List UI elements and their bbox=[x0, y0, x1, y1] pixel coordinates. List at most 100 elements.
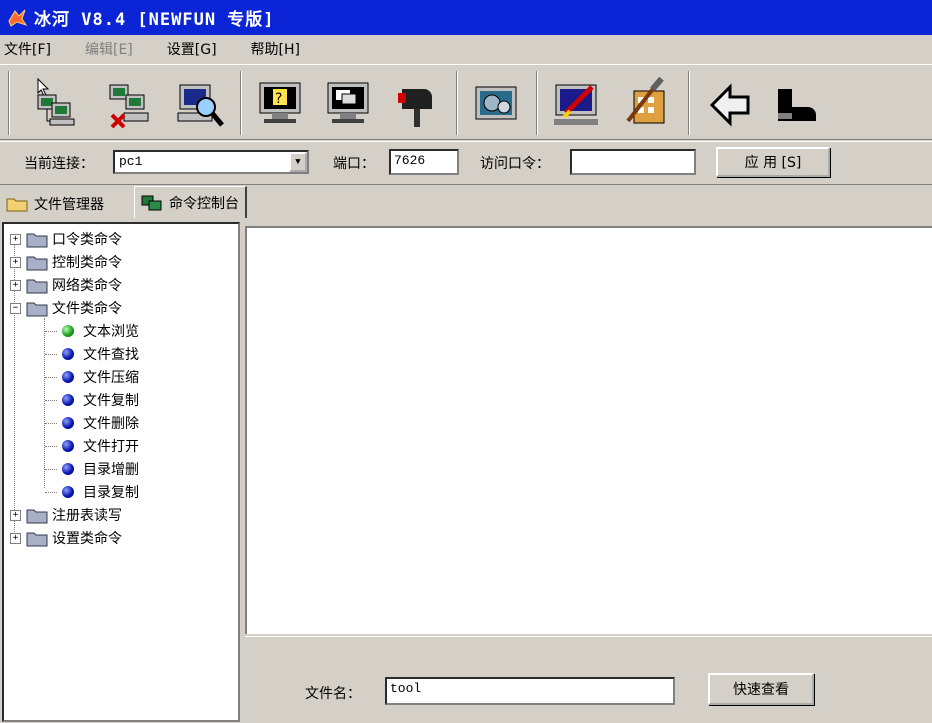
window-title: 冰河 V8.4 [NEWFUN 专版] bbox=[34, 10, 275, 30]
expand-icon[interactable]: + bbox=[10, 509, 21, 521]
exit-boot-icon[interactable] bbox=[766, 77, 822, 133]
tree-item-file-copy[interactable]: 文件复制 bbox=[62, 389, 139, 411]
toolbar-separator bbox=[688, 71, 690, 135]
screen-capture-icon[interactable] bbox=[322, 77, 378, 133]
dot-icon bbox=[62, 371, 74, 383]
active-dot-icon bbox=[62, 325, 74, 337]
title-bar: 冰河 V8.4 [NEWFUN 专版] bbox=[0, 0, 932, 35]
tree-line bbox=[45, 446, 57, 447]
folder-icon bbox=[26, 532, 48, 547]
password-input[interactable] bbox=[570, 149, 696, 175]
expand-icon[interactable]: + bbox=[10, 279, 21, 291]
console-icon bbox=[141, 195, 162, 210]
dot-icon bbox=[62, 394, 74, 406]
toolbar-separator bbox=[536, 71, 538, 135]
expand-icon[interactable]: + bbox=[10, 532, 21, 544]
folder-icon bbox=[26, 256, 48, 271]
text-view-area[interactable] bbox=[245, 226, 932, 634]
filename-label: 文件名： bbox=[305, 686, 361, 702]
file-view-panel: 文件名： tool 快速查看 bbox=[245, 636, 932, 723]
tree-line bbox=[45, 400, 57, 401]
tree-item-file-find[interactable]: 文件查找 bbox=[62, 343, 139, 365]
tree-item-label: 文本浏览 bbox=[83, 324, 139, 340]
tree-item-file-open[interactable]: 文件打开 bbox=[62, 435, 139, 457]
tree-category-network[interactable]: + 网络类命令 bbox=[10, 274, 122, 296]
remove-computer-icon[interactable] bbox=[102, 77, 158, 133]
tree-item-label: 文件打开 bbox=[83, 439, 139, 455]
tree-line bbox=[45, 354, 57, 355]
toolbar-separator bbox=[8, 71, 10, 135]
tree-item-text-view[interactable]: 文本浏览 bbox=[62, 320, 139, 342]
open-folder-icon bbox=[26, 302, 48, 317]
tree-line bbox=[45, 331, 57, 332]
tree-line bbox=[45, 492, 57, 493]
tree-item-label: 文件删除 bbox=[83, 416, 139, 432]
tree-category-control[interactable]: + 控制类命令 bbox=[10, 251, 122, 273]
svg-text:?: ? bbox=[275, 91, 282, 107]
expand-icon[interactable]: + bbox=[10, 233, 21, 245]
mailbox-icon[interactable] bbox=[390, 77, 446, 133]
filename-input[interactable]: tool bbox=[385, 677, 675, 705]
collapse-icon[interactable]: − bbox=[10, 302, 21, 314]
current-connection-label: 当前连接： bbox=[24, 156, 94, 172]
system-settings-icon[interactable] bbox=[470, 77, 526, 133]
tree-category-label: 控制类命令 bbox=[52, 255, 122, 271]
tools-icon[interactable] bbox=[620, 77, 676, 133]
tree-item-file-delete[interactable]: 文件删除 bbox=[62, 412, 139, 434]
tree-item-label: 目录复制 bbox=[83, 485, 139, 501]
tree-item-dir-add-delete[interactable]: 目录增删 bbox=[62, 458, 139, 480]
folder-icon bbox=[26, 509, 48, 524]
toolbar-separator bbox=[240, 71, 242, 135]
quick-view-button[interactable]: 快速查看 bbox=[708, 673, 814, 705]
tree-item-dir-copy[interactable]: 目录复制 bbox=[62, 481, 139, 503]
password-label: 访问口令： bbox=[480, 156, 550, 172]
tab-file-manager-label: 文件管理器 bbox=[34, 197, 104, 213]
app-icon bbox=[8, 9, 28, 27]
tab-file-manager[interactable]: 文件管理器 bbox=[6, 190, 104, 218]
tree-category-label: 注册表读写 bbox=[52, 508, 122, 524]
back-arrow-icon[interactable] bbox=[702, 77, 758, 133]
tree-category-password[interactable]: + 口令类命令 bbox=[10, 228, 122, 250]
apply-button[interactable]: 应 用 [S] bbox=[716, 147, 830, 177]
tree-category-settings[interactable]: + 设置类命令 bbox=[10, 527, 122, 549]
chevron-down-icon[interactable]: ▼ bbox=[289, 152, 307, 172]
folder-icon bbox=[26, 279, 48, 294]
expand-icon[interactable]: + bbox=[10, 256, 21, 268]
menu-help[interactable]: 帮助[H] bbox=[251, 39, 300, 59]
tree-item-label: 文件压缩 bbox=[83, 370, 139, 386]
dot-icon bbox=[62, 417, 74, 429]
tab-command-console[interactable]: 命令控制台 bbox=[134, 186, 247, 218]
menu-settings[interactable]: 设置[G] bbox=[167, 39, 217, 59]
folder-icon bbox=[6, 198, 28, 212]
config-server-icon[interactable] bbox=[550, 77, 606, 133]
tree-category-label: 设置类命令 bbox=[52, 531, 122, 547]
tree-item-label: 文件查找 bbox=[83, 347, 139, 363]
connection-select[interactable]: pc1 ▼ bbox=[113, 150, 309, 174]
tab-command-console-label: 命令控制台 bbox=[169, 195, 239, 212]
tab-strip: 文件管理器 命令控制台 bbox=[0, 186, 932, 220]
menu-bar: 文件[F] 编辑[E] 设置[G] 帮助[H] bbox=[0, 35, 932, 63]
menu-file[interactable]: 文件[F] bbox=[4, 39, 51, 59]
search-computer-icon[interactable] bbox=[172, 77, 228, 133]
command-tree: + 口令类命令 + 控制类命令 + 网络类命令 − 文件类命令 文本浏览 文件查… bbox=[2, 222, 240, 722]
tree-category-registry[interactable]: + 注册表读写 bbox=[10, 504, 122, 526]
dot-icon bbox=[62, 486, 74, 498]
dot-icon bbox=[62, 463, 74, 475]
help-monitor-icon[interactable]: ? bbox=[254, 77, 310, 133]
toolbar-separator bbox=[456, 71, 458, 135]
folder-icon bbox=[26, 233, 48, 248]
tree-line bbox=[45, 423, 57, 424]
tree-line bbox=[45, 469, 57, 470]
dot-icon bbox=[62, 348, 74, 360]
tree-line bbox=[44, 318, 45, 488]
toolbar: ? bbox=[0, 64, 932, 140]
tree-item-file-compress[interactable]: 文件压缩 bbox=[62, 366, 139, 388]
menu-edit[interactable]: 编辑[E] bbox=[85, 39, 133, 59]
tree-category-file[interactable]: − 文件类命令 bbox=[10, 297, 122, 319]
port-label: 端口： bbox=[333, 156, 375, 172]
tree-item-label: 目录增删 bbox=[83, 462, 139, 478]
connection-bar: 当前连接： pc1 ▼ 端口： 7626 访问口令： 应 用 [S] bbox=[0, 141, 932, 185]
port-input[interactable]: 7626 bbox=[389, 149, 459, 175]
tree-category-label: 文件类命令 bbox=[52, 301, 122, 317]
add-computer-icon[interactable] bbox=[28, 77, 84, 133]
